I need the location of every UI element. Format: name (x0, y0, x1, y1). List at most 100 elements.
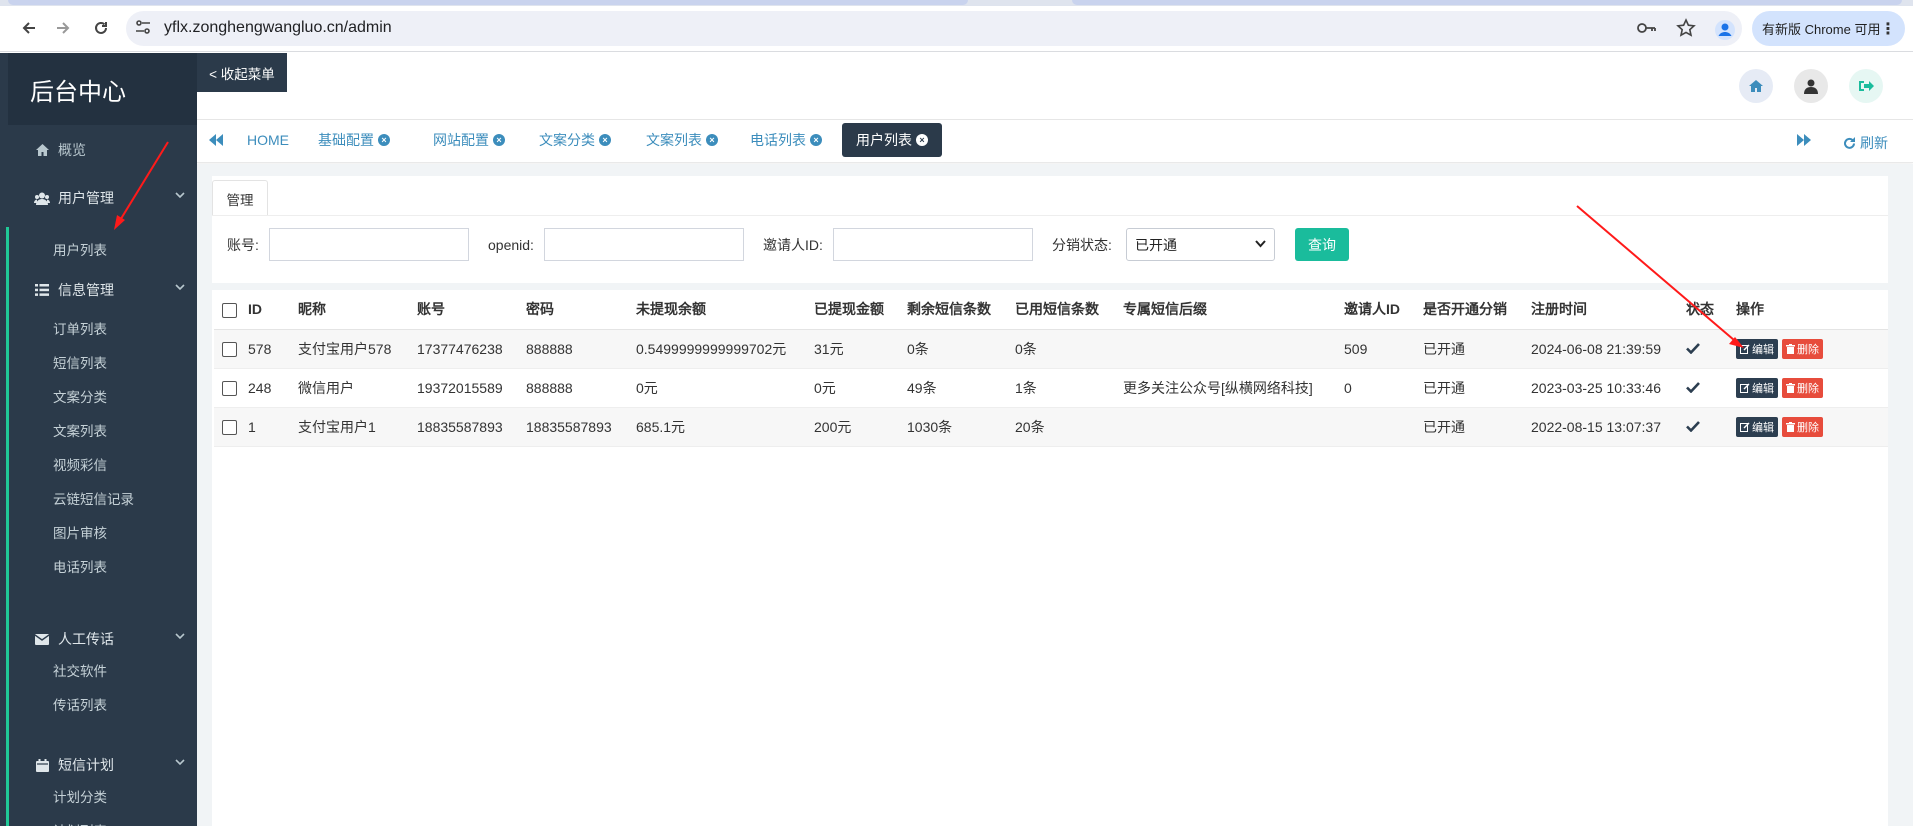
table-cell: 已开通 (1423, 329, 1531, 369)
site-info-icon[interactable] (134, 18, 152, 36)
logout-icon[interactable] (1849, 69, 1883, 103)
sidebar-group-label: 用户管理 (58, 190, 114, 206)
column-header: ID (248, 290, 298, 330)
close-tab-icon[interactable]: × (810, 134, 822, 146)
table-cell: 49条 (907, 368, 1015, 408)
tab-4[interactable]: 文案分类 × (539, 123, 611, 157)
column-header: 账号 (417, 290, 526, 330)
table-cell: 2024-06-08 21:39:59 (1531, 329, 1686, 369)
home-icon[interactable] (1739, 69, 1773, 103)
actions-cell: 编辑 删除 (1736, 329, 1888, 369)
column-header: 未提现余额 (636, 290, 814, 330)
table-cell: 18835587893 (417, 407, 526, 447)
close-tab-icon[interactable]: × (378, 134, 390, 146)
tab-2[interactable]: 基础配置 × (318, 123, 390, 157)
sidebar-subitem[interactable]: 云链短信记录 (53, 488, 134, 508)
tab-3[interactable]: 网站配置 × (433, 123, 505, 157)
delete-button[interactable]: 删除 (1782, 377, 1823, 398)
chevron-down-icon (175, 192, 185, 199)
table-cell: 1条 (1015, 368, 1123, 408)
chevron-down-icon (175, 633, 185, 640)
edit-button[interactable]: 编辑 (1736, 338, 1778, 359)
password-key-icon[interactable] (1636, 19, 1656, 37)
trash-icon (1786, 382, 1797, 393)
sidebar-subitem[interactable]: 短信列表 (53, 352, 107, 372)
sidebar-subitem[interactable]: 传话列表 (53, 694, 107, 714)
table-cell: 支付宝用户578 (298, 329, 417, 369)
bookmark-star-icon[interactable] (1676, 18, 1696, 38)
openid-label: openid: (488, 236, 534, 253)
select-all-checkbox[interactable] (222, 302, 237, 318)
actions-cell: 编辑 删除 (1736, 368, 1888, 408)
profile-icon[interactable] (1710, 15, 1740, 45)
inviter-id-input[interactable] (833, 228, 1033, 261)
close-tab-icon[interactable]: × (599, 134, 611, 146)
row-checkbox[interactable] (222, 341, 237, 357)
table-cell (1123, 407, 1344, 447)
sidebar-subitem[interactable]: 电话列表 (53, 556, 107, 576)
collapse-menu-button[interactable]: < 收起菜单 (197, 53, 287, 92)
sidebar-item-overview[interactable]: 概览 (8, 130, 197, 170)
table-cell: 248 (248, 368, 298, 408)
table-cell: 0条 (1015, 329, 1123, 369)
reload-icon[interactable] (88, 15, 114, 41)
sidebar-subitem[interactable]: 社交软件 (53, 660, 107, 680)
refresh-icon (1844, 136, 1855, 149)
sidebar-subitem[interactable]: 视频彩信 (53, 454, 107, 474)
tab-1[interactable]: HOME (247, 123, 289, 157)
forward-icon[interactable] (50, 15, 76, 41)
menu-dots-icon[interactable]: ⋮ (1880, 19, 1896, 39)
row-checkbox[interactable] (222, 419, 237, 435)
openid-input[interactable] (544, 228, 744, 261)
table-cell: 888888 (526, 368, 636, 408)
close-tab-icon[interactable]: × (706, 134, 718, 146)
sidebar-group-2[interactable]: 信息管理 (8, 270, 197, 310)
user-icon[interactable] (1794, 69, 1828, 103)
tabs-scroll-right-icon[interactable] (1797, 134, 1811, 146)
delete-button[interactable]: 删除 (1782, 338, 1823, 359)
chrome-update-button[interactable]: 有新版 Chrome 可用 ⋮ (1752, 11, 1905, 46)
check-icon (1686, 382, 1736, 393)
app-logo[interactable]: 后台中心 (8, 53, 197, 125)
table-cell (1344, 407, 1423, 447)
table-cell: 18835587893 (526, 407, 636, 447)
sidebar-subitem[interactable]: 图片审核 (53, 522, 107, 542)
tab-5[interactable]: 文案列表 × (646, 123, 718, 157)
tabs-scroll-left-icon[interactable] (209, 134, 223, 146)
delete-button[interactable]: 删除 (1782, 416, 1823, 437)
tab-label: 电话列表 (750, 132, 806, 148)
sidebar-subitem[interactable]: 订单列表 (53, 318, 107, 338)
tab-manage[interactable]: 管理 (212, 180, 268, 216)
address-bar[interactable]: yflx.zonghengwangluo.cn/admin (126, 11, 1742, 46)
edit-label: 编辑 (1752, 343, 1774, 356)
sidebar-group-4[interactable]: 短信计划 (8, 745, 197, 785)
edit-button[interactable]: 编辑 (1736, 416, 1778, 437)
distribution-status-select[interactable]: 已开通 (1126, 228, 1275, 261)
tab-label: 基础配置 (318, 132, 374, 148)
close-tab-icon[interactable]: × (493, 134, 505, 146)
sidebar-subitem[interactable]: 计划列表 (53, 820, 107, 826)
distribution-status-label: 分销状态: (1052, 236, 1112, 253)
table-cell: 0元 (814, 368, 907, 408)
table-cell: 31元 (814, 329, 907, 369)
sidebar-group-3[interactable]: 人工传话 (8, 619, 197, 659)
sidebar-subitem[interactable]: 用户列表 (53, 239, 107, 259)
refresh-button[interactable]: 刷新 (1843, 133, 1888, 153)
edit-button[interactable]: 编辑 (1736, 377, 1778, 398)
close-tab-icon[interactable]: × (916, 134, 928, 146)
sidebar-group-1[interactable]: 用户管理 (8, 178, 197, 218)
search-button[interactable]: 查询 (1295, 228, 1349, 261)
sidebar-subitem[interactable]: 文案列表 (53, 420, 107, 440)
status-cell (1686, 407, 1736, 447)
sidebar-group-label: 人工传话 (58, 631, 114, 647)
account-input[interactable] (269, 228, 469, 261)
table-cell: 578 (248, 329, 298, 369)
sidebar-subitem[interactable]: 计划分类 (53, 786, 107, 806)
tab-6[interactable]: 电话列表 × (750, 123, 822, 157)
row-checkbox[interactable] (222, 380, 237, 396)
row-select-cell (214, 407, 248, 447)
back-icon[interactable] (16, 15, 42, 41)
tab-7[interactable]: 用户列表 × (842, 123, 942, 157)
sidebar-subitem[interactable]: 文案分类 (53, 386, 107, 406)
url-text[interactable]: yflx.zonghengwangluo.cn/admin (164, 19, 392, 37)
